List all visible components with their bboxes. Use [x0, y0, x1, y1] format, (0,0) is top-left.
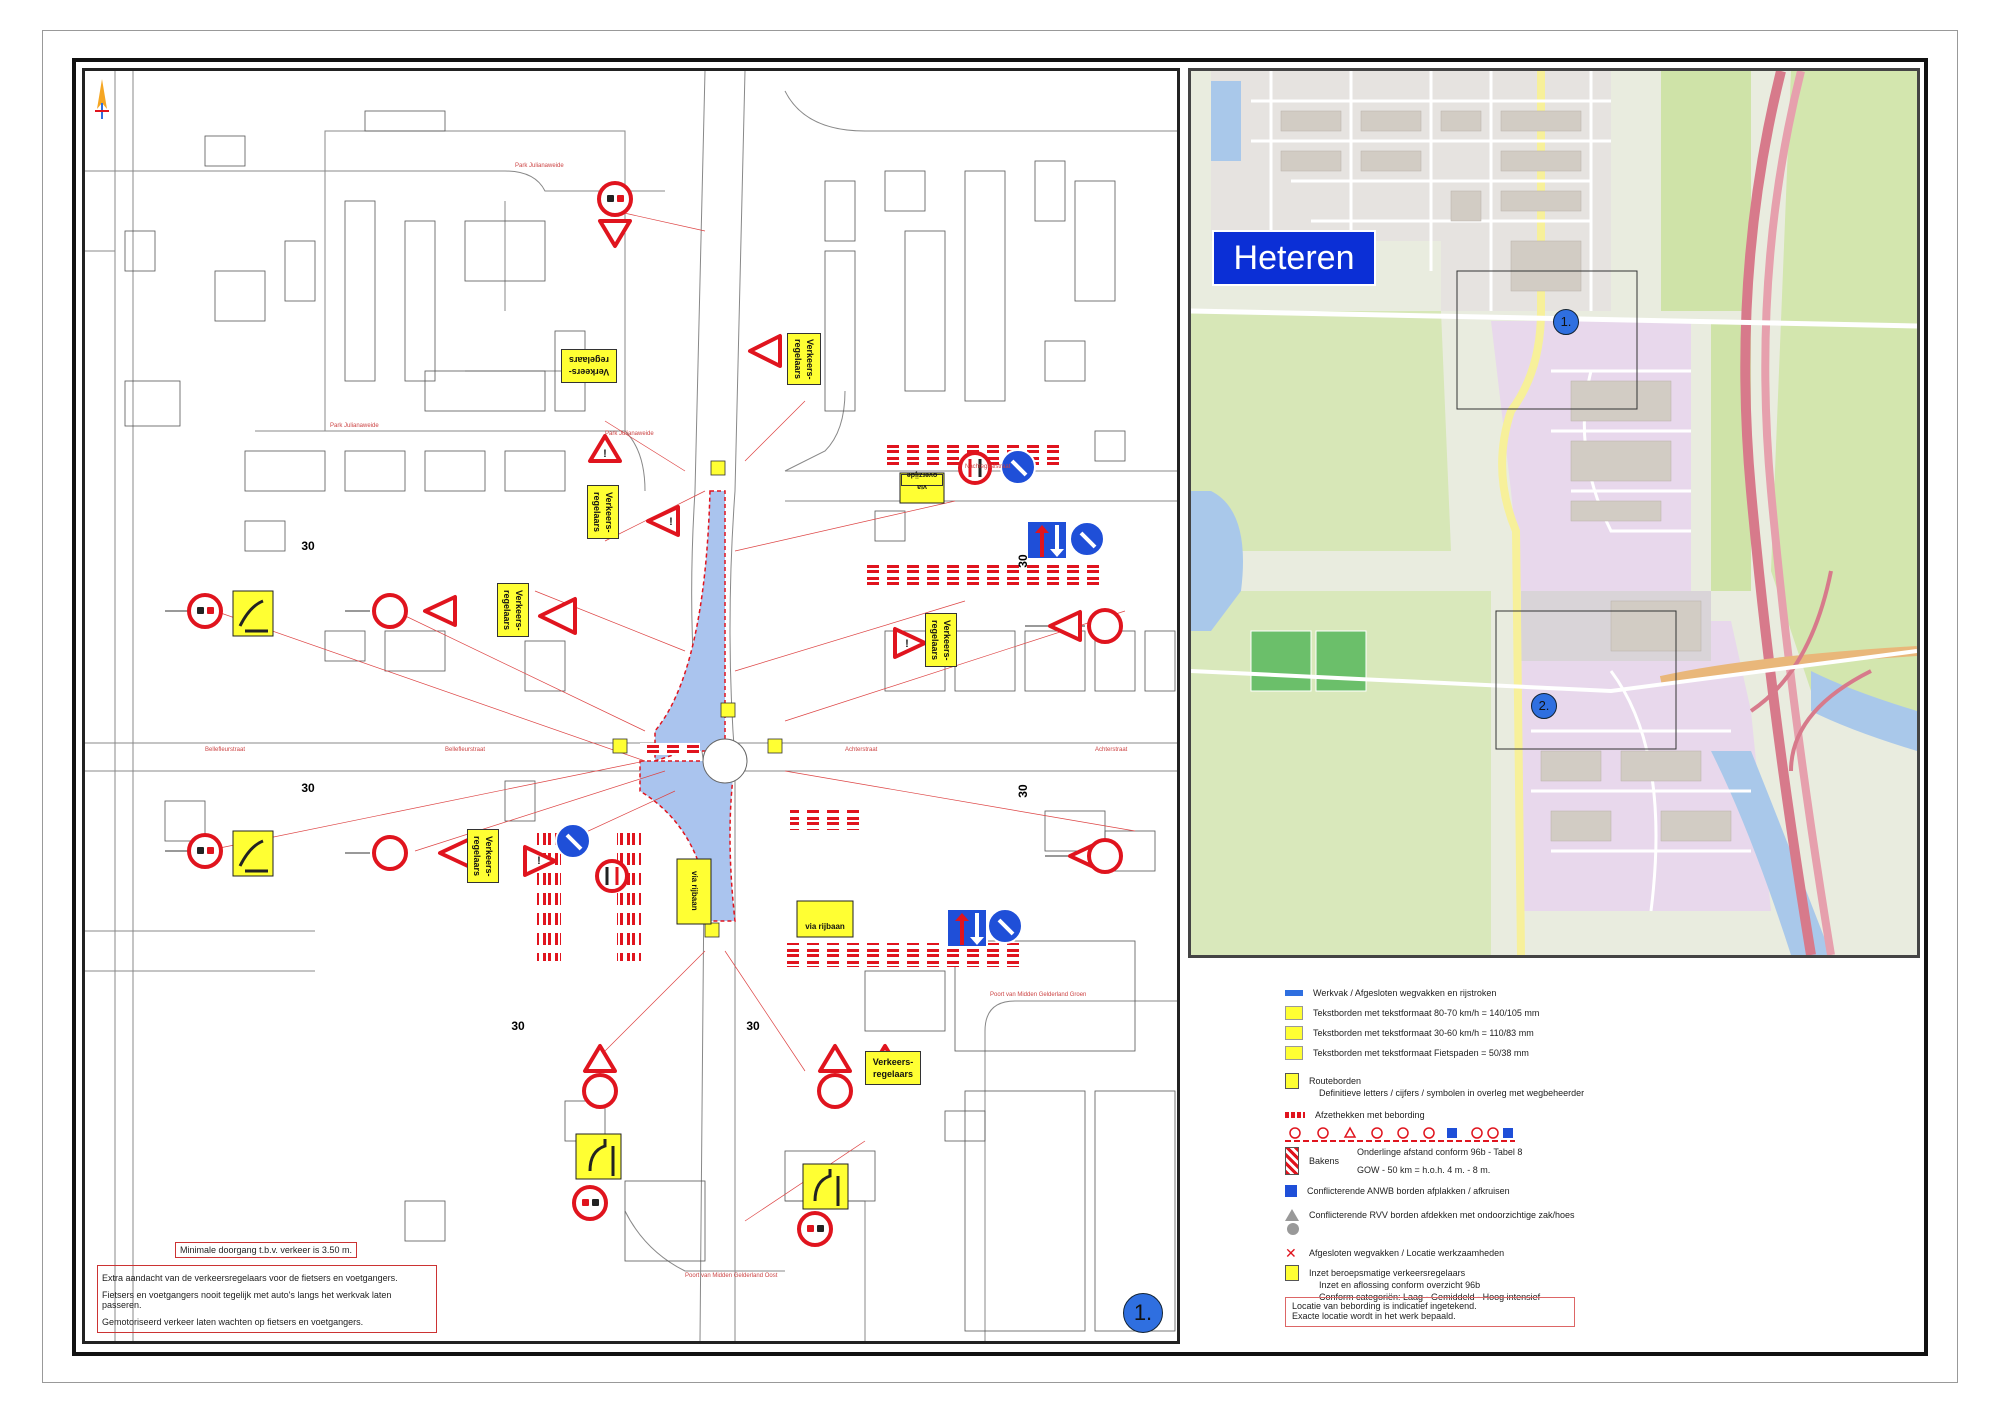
svg-text:Bellefleurstraat: Bellefleurstraat: [445, 747, 485, 753]
legend-row-closed: ✕ Afgesloten wegvakken / Locatie werkzaa…: [1285, 1245, 1505, 1261]
legend-row-board-bike: Tekstborden met tekstformaat Fietspaden …: [1285, 1045, 1529, 1061]
note-2: Fietsers en voetgangers nooit tegelijk m…: [102, 1290, 392, 1310]
yellow-board-icon: [1285, 1046, 1303, 1060]
svg-text:!: !: [905, 638, 909, 650]
note-3: Gemotoriseerd verkeer laten wachten op f…: [102, 1317, 364, 1327]
svg-text:Park Julianaweide: Park Julianaweide: [605, 431, 654, 437]
overview-map-panel[interactable]: 1. 2.: [1188, 68, 1920, 958]
traffic-controllers-board-1: Verkeers- regelaars: [561, 349, 617, 383]
barrier-icon: [1285, 1112, 1305, 1118]
rvv-circle-icon: [1287, 1223, 1299, 1235]
via-roadway-text: via rijbaan: [798, 919, 852, 935]
overview-marker-1: 1.: [1553, 309, 1579, 335]
traffic-controllers-board-6: Verkeers- regelaars: [467, 829, 499, 883]
svg-text:!: !: [669, 516, 673, 528]
via-crossing-text: via overzijde: [901, 471, 943, 490]
traffic-controllers-board-2: Verkeers- regelaars: [787, 333, 821, 385]
traffic-controllers-board-5: Verkeers- regelaars: [925, 613, 957, 667]
yellow-board-icon: [1285, 1026, 1303, 1040]
legend-row-beacons: Bakens: [1285, 1147, 1339, 1175]
red-x-icon: ✕: [1285, 1245, 1297, 1261]
north-arrow-icon: [93, 79, 111, 119]
minimum-passage-note: Minimale doorgang t.b.v. verkeer is 3.50…: [175, 1242, 357, 1258]
legend-row-anwb: Conflicterende ANWB borden afplakken / a…: [1285, 1183, 1510, 1199]
legend-row-route-signs-desc: Definitieve letters / cijfers / symbolen…: [1319, 1088, 1585, 1098]
svg-text:Park Julianaweide: Park Julianaweide: [330, 423, 379, 429]
svg-text:Poort van Midden Gelderland Gr: Poort van Midden Gelderland Groen: [990, 992, 1086, 998]
svg-text:Achterstraat: Achterstraat: [845, 747, 878, 753]
sheet-number-badge: 1.: [1123, 1293, 1163, 1333]
svg-text:Bellefleurstraat: Bellefleurstraat: [205, 747, 245, 753]
traffic-controllers-board-3: Verkeers- regelaars: [587, 485, 619, 539]
barrier-crossing-west: [640, 743, 700, 755]
svg-text:Park Julianaweide: Park Julianaweide: [515, 163, 564, 169]
location-note-2: Exacte locatie wordt in het werk bepaald…: [1292, 1311, 1456, 1321]
rvv-triangle-icon: [1285, 1209, 1299, 1221]
legend-panel: Werkvak / Afgesloten wegvakken en rijstr…: [1285, 985, 1905, 1335]
speed-30-label-2: 30: [1016, 554, 1030, 568]
svg-text:Achterstraat: Achterstraat: [1095, 747, 1128, 753]
speed-30-label-4: 30: [1016, 784, 1030, 798]
work-zone-icon: [1285, 990, 1303, 996]
svg-text:Nachtegaalstraat: Nachtegaalstraat: [965, 464, 1011, 470]
legend-row-board-80: Tekstborden met tekstformaat 80-70 km/h …: [1285, 1005, 1539, 1021]
legend-row-work-zone: Werkvak / Afgesloten wegvakken en rijstr…: [1285, 985, 1496, 1001]
location-note-1: Locatie van bebording is indicatief inge…: [1292, 1301, 1477, 1311]
legend-row-rvv: Conflicterende RVV borden afdekken met o…: [1285, 1207, 1575, 1223]
legend-row-barriers: Afzethekken met bebording: [1285, 1107, 1425, 1123]
traffic-controller-icon: [1285, 1265, 1299, 1281]
svg-text:Poort van Midden Gelderland Oo: Poort van Midden Gelderland Oost: [685, 1273, 778, 1279]
beacon-icon: [1285, 1147, 1299, 1175]
overview-map-canvas: [1191, 71, 1917, 955]
speed-30-label-3: 30: [301, 781, 315, 795]
barrier-east-small: [790, 808, 860, 830]
speed-30-label-6: 30: [746, 1019, 760, 1033]
beacon-note-1: Onderlinge afstand conform 96b - Tabel 8: [1357, 1147, 1523, 1157]
anwb-cross-icon: [1285, 1185, 1297, 1197]
svg-text:!: !: [603, 448, 607, 460]
barrier-south-west-b: [617, 826, 641, 961]
via-roadway-text-vertical: via rijbaan: [678, 863, 710, 919]
closed-zone-north: [654, 490, 726, 763]
svg-text:!: !: [537, 855, 541, 867]
route-sign-icon: [1285, 1073, 1299, 1089]
traffic-controllers-board-7: Verkeers- regelaars: [865, 1051, 921, 1085]
traffic-controllers-board-4: Verkeers- regelaars: [497, 583, 529, 637]
yellow-board-icon: [1285, 1006, 1303, 1020]
detail-map-panel[interactable]: ! ! ! ! !: [82, 68, 1180, 1344]
speed-30-label-1: 30: [301, 539, 315, 553]
note-1: Extra aandacht van de verkeersregelaars …: [102, 1273, 398, 1283]
overview-marker-2: 2.: [1531, 693, 1557, 719]
beacon-note-2: GOW - 50 km = h.o.h. 4 m. - 8 m.: [1357, 1165, 1491, 1175]
place-name-label: Heteren: [1212, 230, 1376, 286]
barrier-south-east: [785, 943, 1025, 967]
detail-map-canvas: ! ! ! ! !: [85, 71, 1177, 1341]
barrier-east-middle: [865, 563, 1105, 587]
work-notes-box: Extra aandacht van de verkeersregelaars …: [97, 1265, 437, 1333]
legend-barrier-symbols: [1285, 1125, 1515, 1143]
speed-30-label-5: 30: [511, 1019, 525, 1033]
location-note-box: Locatie van bebording is indicatief inge…: [1285, 1297, 1575, 1327]
legend-row-board-30: Tekstborden met tekstformaat 30-60 km/h …: [1285, 1025, 1534, 1041]
